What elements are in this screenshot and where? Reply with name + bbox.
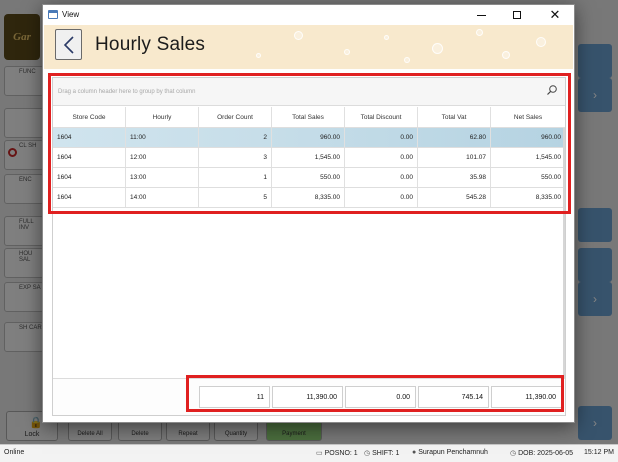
cell-order-count: 5	[199, 188, 272, 207]
column-header-total-vat[interactable]: Total Vat	[418, 107, 491, 127]
table-row[interactable]: 1604 14:00 5 8,335.00 0.00 545.28 8,335.…	[53, 188, 565, 208]
clock-icon: ◷	[364, 450, 371, 457]
dialog-header: Hourly Sales	[44, 25, 573, 69]
decorative-bubble	[294, 31, 303, 40]
page-title: Hourly Sales	[95, 34, 206, 55]
table-row[interactable]: 1604 11:00 2 960.00 0.00 62.80 960.00	[53, 128, 565, 148]
decorative-bubble	[404, 57, 410, 63]
cell-hourly: 12:00	[126, 148, 199, 167]
connection-status: Online	[4, 449, 25, 456]
cell-store-code: 1604	[53, 148, 126, 167]
cell-total-sales: 8,335.00	[272, 188, 345, 207]
group-by-panel[interactable]: Drag a column header here to group by th…	[53, 78, 565, 106]
column-header-hourly[interactable]: Hourly	[126, 107, 199, 127]
maximize-button[interactable]	[499, 5, 535, 25]
grid-totals-footer: 11 11,390.00 0.00 745.14 11,390.00	[53, 378, 565, 415]
status-bar: Online ▭ POSNO: 1 ◷ SHIFT: 1 ● Surapun Penc…	[0, 444, 618, 462]
shift-status: ◷ SHIFT: 1	[364, 450, 400, 457]
cell-total-sales: 550.00	[272, 168, 345, 187]
maximize-icon	[513, 11, 521, 19]
minimize-button[interactable]	[463, 5, 499, 25]
cell-net-sales: 960.00	[541, 134, 561, 141]
cell-hourly: 13:00	[126, 168, 199, 187]
cell-net-sales: 1,545.00	[535, 154, 561, 161]
table-row[interactable]: 1604 12:00 3 1,545.00 0.00 101.07 1,545.…	[53, 148, 565, 168]
cell-net-sales: 8,335.00	[535, 194, 561, 201]
decorative-bubble	[476, 29, 483, 36]
search-icon[interactable]	[546, 84, 558, 96]
cell-total-vat: 35.98	[418, 168, 491, 187]
decorative-bubble	[384, 35, 389, 40]
cell-total-vat: 545.28	[418, 188, 491, 207]
column-header-store-code[interactable]: Store Code	[53, 107, 126, 127]
grid-header-row: Store Code Hourly Order Count Total Sale…	[53, 107, 565, 128]
window-titlebar[interactable]: View ✕	[43, 5, 574, 25]
clock-icon: ◷	[510, 450, 517, 457]
cell-total-sales: 1,545.00	[272, 148, 345, 167]
minimize-icon	[476, 14, 486, 16]
cell-total-discount: 0.00	[345, 188, 418, 207]
window-icon	[48, 10, 58, 19]
cell-store-code: 1604	[53, 128, 126, 147]
sales-grid: Drag a column header here to group by th…	[52, 77, 566, 416]
cell-order-count: 3	[199, 148, 272, 167]
time-status: 15:12 PM	[584, 449, 614, 456]
cell-net-sales: 550.00	[541, 174, 561, 181]
column-header-order-count[interactable]: Order Count	[199, 107, 272, 127]
cell-hourly: 14:00	[126, 188, 199, 207]
total-vat-sum: 745.14	[418, 386, 489, 408]
column-header-total-discount[interactable]: Total Discount	[345, 107, 418, 127]
user-icon: ●	[412, 449, 417, 456]
posno-status: ▭ POSNO: 1	[316, 450, 358, 457]
cell-total-sales: 960.00	[272, 128, 345, 147]
decorative-bubble	[344, 49, 350, 55]
cell-order-count: 2	[199, 128, 272, 147]
cell-total-vat: 101.07	[418, 148, 491, 167]
total-order-count: 11	[199, 386, 270, 408]
cell-total-discount: 0.00	[345, 148, 418, 167]
cell-order-count: 1	[199, 168, 272, 187]
close-button[interactable]: ✕	[537, 5, 573, 25]
group-by-hint: Drag a column header here to group by th…	[58, 89, 196, 95]
vertical-scrollbar[interactable]	[563, 128, 565, 378]
net-sales-sum: 11,390.00	[491, 386, 562, 408]
total-sales-sum: 11,390.00	[272, 386, 343, 408]
close-icon: ✕	[549, 7, 561, 22]
window-title: View	[62, 10, 80, 19]
dob-status: ◷ DOB: 2025-06-05	[510, 450, 573, 457]
chevron-left-icon	[63, 35, 74, 54]
decorative-bubble	[502, 51, 510, 59]
column-header-total-sales[interactable]: Total Sales	[272, 107, 345, 127]
total-discount-sum: 0.00	[345, 386, 416, 408]
decorative-bubble	[432, 43, 443, 54]
cell-store-code: 1604	[53, 188, 126, 207]
hourly-sales-dialog: View ✕ Hourly Sales Drag a column header…	[42, 4, 575, 423]
cell-total-vat: 62.80	[418, 128, 491, 147]
cell-total-discount: 0.00	[345, 128, 418, 147]
table-row[interactable]: 1604 13:00 1 550.00 0.00 35.98 550.00	[53, 168, 565, 188]
decorative-bubble	[536, 37, 546, 47]
decorative-bubble	[256, 53, 261, 58]
user-status: ● Surapun Penchamnuh	[412, 449, 488, 456]
cell-total-discount: 0.00	[345, 168, 418, 187]
cell-hourly: 11:00	[126, 128, 199, 147]
cell-store-code: 1604	[53, 168, 126, 187]
back-button[interactable]	[55, 29, 82, 60]
column-header-net-sales[interactable]: Net Sales	[491, 107, 565, 127]
monitor-icon: ▭	[316, 450, 323, 457]
